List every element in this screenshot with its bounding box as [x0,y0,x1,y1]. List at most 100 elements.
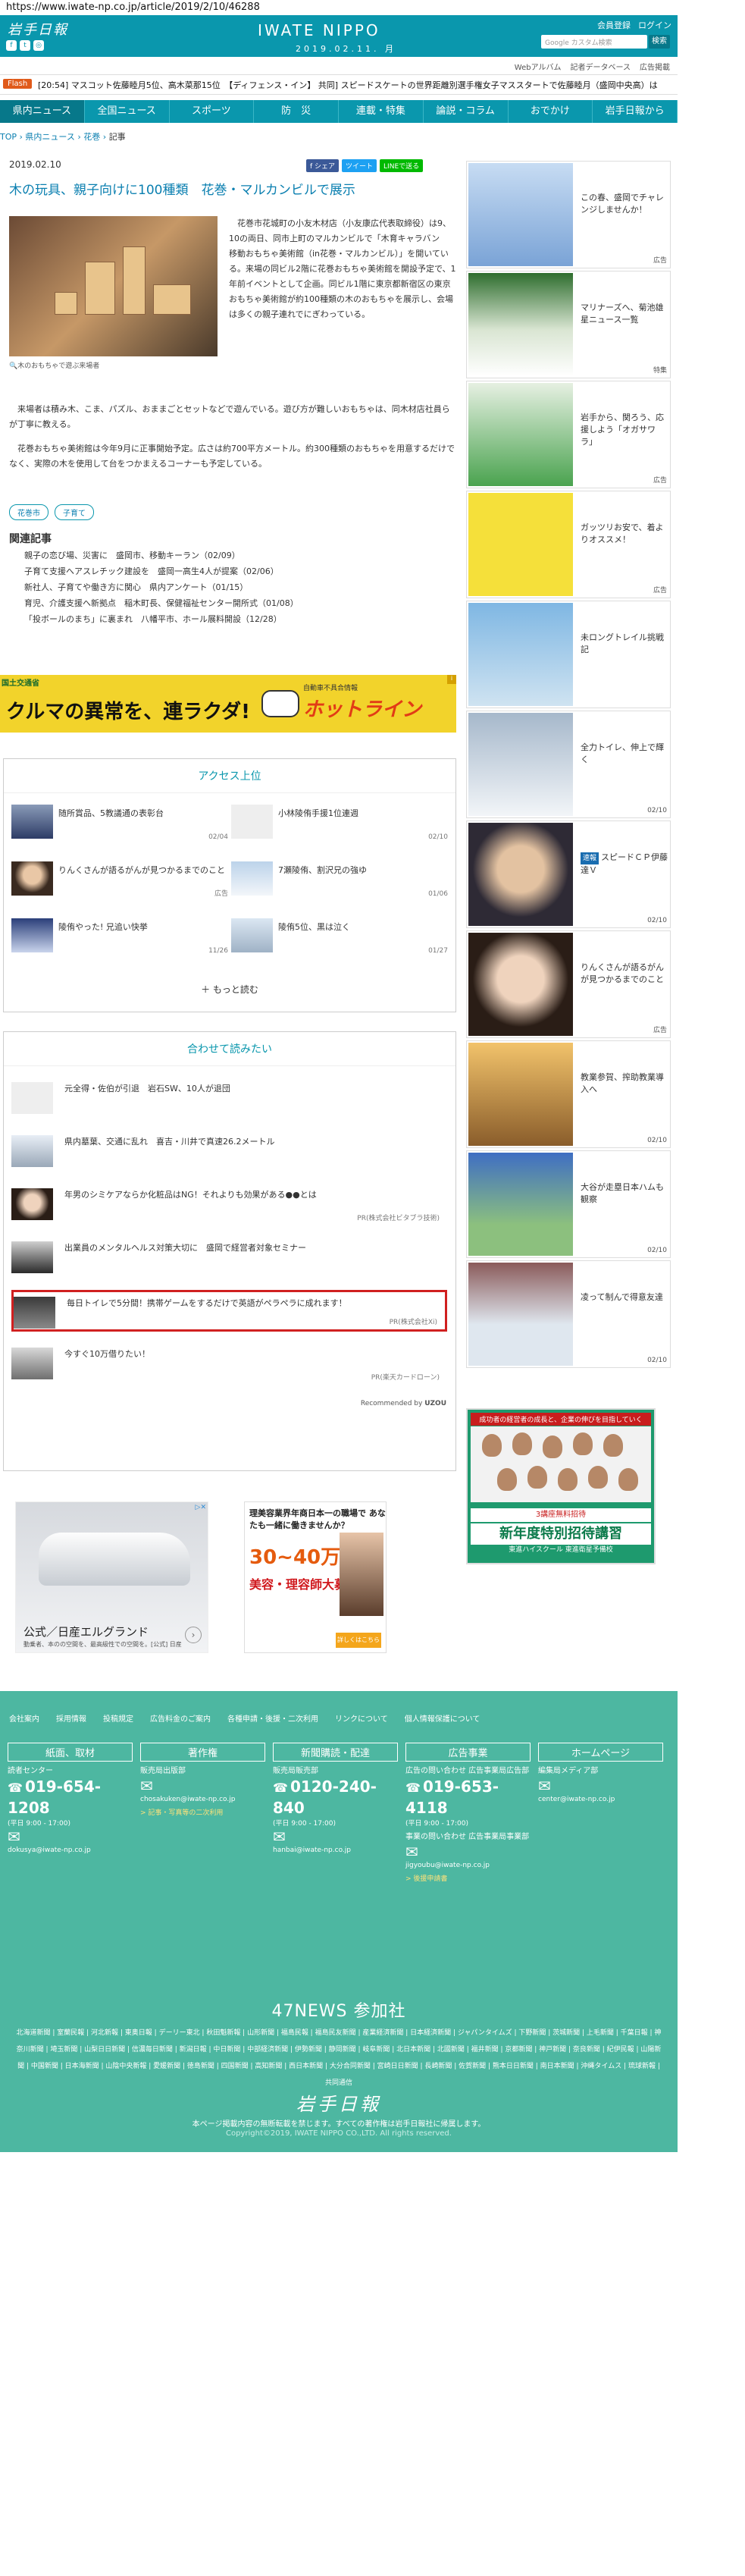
footer-link[interactable]: リンクについて [335,1712,388,1724]
mail-icon[interactable]: chosakuken@iwate-np.co.jp [140,1777,265,1804]
breadcrumb-hanamaki[interactable]: 花巻 [83,132,100,142]
sponsorship-link[interactable]: > 後援申請書 [405,1873,531,1883]
related-item[interactable]: 子育て支援へアスレチック建設を 盛岡一高生4人が提案（02/06） [24,563,449,579]
47news-list[interactable]: 北海道新聞 | 室蘭民報 | 河北新報 | 東奥日報 | デーリー東北 | 秋田… [15,2025,662,2091]
secondary-use-link[interactable]: > 記事・写真等の二次利用 [140,1807,265,1817]
sidebar-item[interactable]: 岩手から、関ろう、応援しよう「オガサワラ」 広告 [466,381,671,488]
nav-outing[interactable]: おでかけ [509,100,593,123]
recommend-item[interactable]: 県内墓葉、交通に乱れ 喜吉・川井で真速26.2メートル [11,1131,447,1172]
chevron-right-icon[interactable]: › [185,1627,202,1643]
sub-link-album[interactable]: Webアルバム [515,61,562,72]
beauty-job-ad[interactable]: 理美容業界年商日本一の職場で あなたも一緒に働きませんか？ 30~40万 美容・… [244,1501,387,1653]
sidebar-item[interactable]: この春、盛岡でチャレンジしませんか！ 広告 [466,161,671,268]
sub-link-ads[interactable]: 広告掲載 [640,61,670,72]
search-button[interactable]: 検索 [649,35,670,49]
mail-icon[interactable]: center@iwate-np.co.jp [538,1777,663,1804]
member-register-link[interactable]: 会員登録 [597,19,631,31]
thumbnail [468,163,573,266]
toshin-ad[interactable]: 成功者の経営者の成長と、企業の伸びを目指していく 3講座無料招待 新年度特別招待… [466,1408,656,1564]
footer-logo[interactable]: 岩手日報 [0,2089,678,2116]
breadcrumb-top[interactable]: TOP [0,132,17,142]
nav-sports[interactable]: スポーツ [170,100,255,123]
thumbnail [14,1297,55,1329]
nav-series[interactable]: 連載・特集 [339,100,424,123]
phone-icon[interactable]: 019-654-1208 [8,1777,133,1818]
facebook-share-button[interactable]: f シェア [306,159,340,172]
ranking-item[interactable]: 陵侑5位、黒は泣く 01/27 [231,915,451,956]
thumbnail [468,273,573,376]
sidebar-item[interactable]: 凌って制んで得意友達 02/10 [466,1260,671,1368]
recommend-item[interactable]: 今すぐ10万借りたい！ PR(楽天カードローン) [11,1343,447,1385]
hotline-ad-banner[interactable]: 国土交通省 クルマの異常を、連ラクダ! 自動車不具合情報 ホットライン i [0,675,456,733]
thumbnail [231,805,273,839]
sidebar-item[interactable]: ガッツリお安で、着よりオススメ！ 広告 [466,491,671,598]
footer-link[interactable]: 採用情報 [56,1712,86,1724]
footer-link[interactable]: 各種申請・後援・二次利用 [227,1712,318,1724]
social-icons: f t ◎ [6,40,44,51]
mail-icon[interactable]: jigyoubu@iwate-np.co.jp [405,1843,531,1870]
footer-link[interactable]: 個人情報保護について [405,1712,480,1724]
related-item[interactable]: 「投ボールのまち」に裏まれ 八幡平市、ホール展料開設（12/28） [24,611,449,627]
related-item[interactable]: 親子の恋び場、災害に 盛岡市、移動キーラン（02/09） [24,548,449,563]
sidebar-item[interactable]: マリナーズへ、菊池雄星ニュース一覧 特集 [466,271,671,378]
site-footer: 会社案内 採用情報 投稿規定 広告料金のご案内 各種申請・後援・二次利用 リンク… [0,1691,678,2152]
login-link[interactable]: ログイン [638,19,671,31]
tag-hanamaki[interactable]: 花巻市 [9,504,49,520]
ranking-item[interactable]: 随所賞品、5教議通の表彰台 02/04 [11,801,231,842]
magnify-icon[interactable]: 🔍 [9,362,17,370]
nav-column[interactable]: 論説・コラム [424,100,509,123]
nav-prefecture-news[interactable]: 県内ニュース [0,100,85,123]
footer-link[interactable]: 投稿規定 [103,1712,133,1724]
address-bar[interactable]: https://www.iwate-np.co.jp/article/2019/… [0,0,745,15]
search-input[interactable]: Google カスタム検索 [541,35,647,49]
ranking-item[interactable]: 小林陵侑手援1位連週 02/10 [231,801,451,842]
sidebar-item[interactable]: りんくさんが語るがんが見つかるまでのこと 広告 [466,930,671,1038]
tweet-button[interactable]: ツイート [342,159,377,172]
ranking-item[interactable]: 陵侑やった! 兄追い快挙 11/26 [11,915,231,956]
recommend-item[interactable]: 出業員のメンタルヘルス対策大切に 盛岡で経営者対象セミナー [11,1237,447,1279]
thumbnail [468,1263,573,1366]
ad-choices-icon[interactable]: ▷✕ [196,1504,206,1511]
ranking-item[interactable]: 7瀬陵侑、割沢兄の強ゆ 01/06 [231,858,451,899]
recommend-item-highlighted[interactable]: 毎日トイレで5分間！携帯ゲームをするだけで英語がペラペラに成れます！ PR(株式… [11,1290,447,1332]
recommend-item[interactable]: 年男のシミケアならか化粧品はNG！それよりも効果がある●●とは PR(株式会社ビ… [11,1184,447,1225]
line-share-button[interactable]: LINEで送る [380,159,424,172]
article-photo[interactable] [9,216,218,356]
phone-icon[interactable]: 019-653-4118 [405,1777,531,1818]
ticker-text[interactable]: [20:54] マスコット佐藤睦月5位、高木菜那15位 【ディフェンス・イン】 … [38,79,659,91]
breadcrumb-prefecture[interactable]: 県内ニュース [25,132,74,142]
ad-info-icon[interactable]: i [447,675,456,684]
sidebar-item[interactable]: 教業参賀、搾助教業導入へ 02/10 [466,1040,671,1148]
twitter-icon[interactable]: t [20,40,30,51]
facebook-icon[interactable]: f [6,40,17,51]
footer-links: 会社案内 採用情報 投稿規定 広告料金のご案内 各種申請・後援・二次利用 リンク… [9,1712,480,1724]
instagram-icon[interactable]: ◎ [33,40,44,51]
sidebar-item[interactable]: 速報 スピードＣＰ伊藤達Ｖ 02/10 [466,820,671,928]
related-item[interactable]: 育児、介護支援へ新拠点 稲木町長、保健福祉センター開所式（01/08） [24,595,449,611]
sidebar-item[interactable]: 大谷が走塁日本ハムも観察 02/10 [466,1150,671,1258]
ranking-item[interactable]: りんくさんが語るがんが見つかるまでのこと 広告 [11,858,231,899]
sub-link-database[interactable]: 記者データベース [571,61,631,72]
more-button[interactable]: ＋ もっと読む [4,983,455,996]
footer-link[interactable]: 広告料金のご案内 [150,1712,211,1724]
tag-parenting[interactable]: 子育て [55,504,94,520]
ad-detail-button[interactable]: 詳しくはこちら [336,1633,381,1648]
mail-icon[interactable]: dokusya@iwate-np.co.jp [8,1828,133,1855]
sidebar-item[interactable]: 全力トイレ、伸上で輝く 02/10 [466,711,671,818]
47news-heading: 47NEWS 参加社 [271,2002,406,2021]
nav-from-nippo[interactable]: 岩手日報から [593,100,678,123]
footer-link[interactable]: 会社案内 [9,1712,39,1724]
footer-contact-subscription: 新聞購読・配達 販売局販売部 0120-240-840 (平日 9:00 - 1… [273,1743,398,1855]
nav-national-news[interactable]: 全国ニュース [85,100,170,123]
phone-icon[interactable]: 0120-240-840 [273,1777,398,1818]
site-logo-en[interactable]: IWATE NIPPO [258,21,380,39]
thumbnail [468,1153,573,1256]
sidebar-item[interactable]: 未ロングトレイル挑戦記 [466,601,671,708]
mail-icon[interactable]: hanbai@iwate-np.co.jp [273,1828,398,1855]
site-logo[interactable]: 岩手日報 [8,19,68,39]
nissan-ad[interactable]: 公式／日産エルグランド 動乗者、本のの空間を、最高級性での空間を。[公式] 日産… [15,1501,208,1653]
recommend-item[interactable]: 元全得・佐伯が引退 岩石SW、10人が退団 [11,1078,447,1119]
related-item[interactable]: 新社人、子育てや働き方に関心 県内アンケート（01/15） [24,579,449,595]
nav-disaster[interactable]: 防 災 [254,100,339,123]
recommended-by[interactable]: Recommended by UZOU [361,1400,446,1407]
